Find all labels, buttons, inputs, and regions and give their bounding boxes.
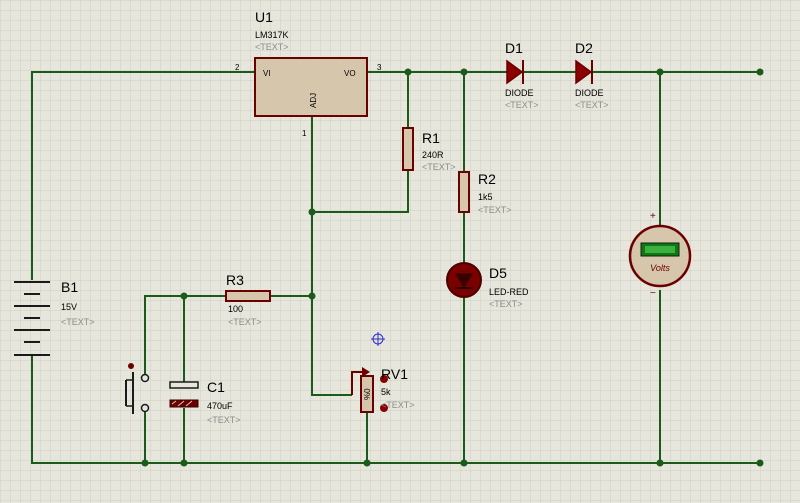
voltmeter-plus: + [650,211,656,222]
r3-ref: R3 [226,272,244,288]
schematic-canvas[interactable]: VI VO ADJ 2 3 1 U1 LM317K <TEXT> D1 DIOD… [0,0,800,503]
u1-pin-adj-label: ADJ [309,93,318,108]
u1-pin-vo-label: VO [344,69,356,78]
d5-value: LED-RED [489,287,529,297]
b1-ref: B1 [61,279,78,295]
c1-value: 470uF [207,401,233,411]
r2-value: 1k5 [478,192,493,202]
b1-text: <TEXT> [61,317,95,327]
d5-ref: D5 [489,265,507,281]
u1-ref: U1 [255,9,273,25]
r2-ref: R2 [478,171,496,187]
d2-value: DIODE [575,88,604,98]
r3-value: 100 [228,304,243,314]
voltmeter-minus: − [650,288,656,299]
d2-text: <TEXT> [575,100,609,110]
b1-value: 15V [61,302,77,312]
u1-pin2-number: 2 [235,63,240,72]
rv1-wiper-label: %0 [363,388,372,400]
voltmeter-unit: Volts [650,263,670,273]
rv1-text: <TEXT> [381,400,415,410]
r3-text: <TEXT> [228,317,262,327]
r1-text: <TEXT> [422,162,456,172]
u1-text: <TEXT> [255,42,289,52]
r1-value: 240R [422,150,444,160]
u1-pin3-number: 3 [377,63,382,72]
r1-ref: R1 [422,130,440,146]
rv1-value: 5k [381,387,391,397]
d1-text: <TEXT> [505,100,539,110]
d1-value: DIODE [505,88,534,98]
u1-pin-vi-label: VI [263,69,271,78]
r2-text: <TEXT> [478,205,512,215]
c1-text: <TEXT> [207,415,241,425]
d2-ref: D2 [575,40,593,56]
c1-ref: C1 [207,379,225,395]
u1-pin1-number: 1 [302,129,307,138]
u1-value: LM317K [255,30,289,40]
rv1-ref: RV1 [381,366,408,382]
d1-ref: D1 [505,40,523,56]
d5-text: <TEXT> [489,299,523,309]
